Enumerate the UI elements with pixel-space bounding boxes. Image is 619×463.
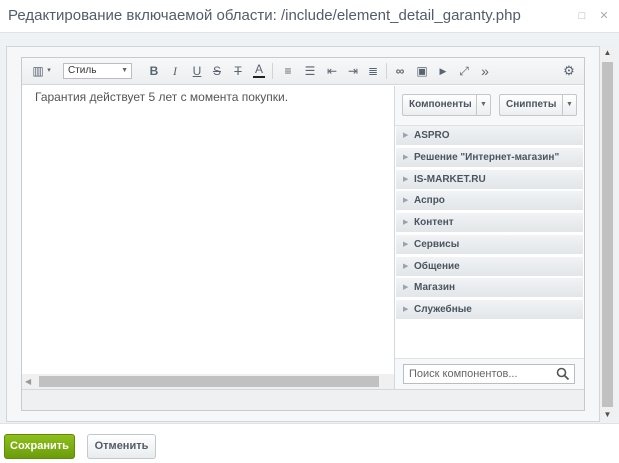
outdent-icon[interactable]: ⇤ <box>325 63 339 79</box>
components-tab-button[interactable]: Компоненты ▼ <box>402 94 491 116</box>
style-select[interactable]: Стиль ▼ <box>63 63 132 79</box>
editor-content-area[interactable] <box>22 86 394 374</box>
horizontal-scrollbar[interactable]: ◀ <box>22 374 394 389</box>
settings-icon[interactable]: ⚙ <box>562 63 576 79</box>
component-category-label: Служебные <box>414 304 472 315</box>
chevron-right-icon: ▶ <box>403 306 409 313</box>
component-category[interactable]: ▶ Контент <box>396 213 583 233</box>
scroll-up-icon[interactable]: ▲ <box>600 46 615 60</box>
unordered-list-icon[interactable]: ☰ <box>303 63 317 79</box>
dialog-title: Редактирование включаемой области: /incl… <box>8 7 521 24</box>
chevron-down-icon: ▼ <box>121 67 128 74</box>
component-category-label: Сервисы <box>414 239 460 250</box>
strikethrough-icon[interactable]: S <box>211 63 223 79</box>
close-icon[interactable]: ✕ <box>598 10 610 22</box>
component-category[interactable]: ▶ ASPRO <box>396 126 583 146</box>
component-category-label: Контент <box>414 217 454 228</box>
save-button[interactable]: Сохранить <box>4 434 75 459</box>
cancel-button[interactable]: Отменить <box>87 434 156 459</box>
font-color-icon[interactable]: A <box>253 63 265 78</box>
chevron-right-icon: ▶ <box>403 219 409 226</box>
chevron-right-icon: ▶ <box>403 154 409 161</box>
ordered-list-icon[interactable]: ≡ <box>281 63 295 79</box>
editor-statusbar <box>22 389 584 410</box>
component-category[interactable]: ▶ Магазин <box>396 278 583 298</box>
vertical-scroll-thumb[interactable] <box>602 62 613 407</box>
editor-content-text: Гарантия действует 5 лет с момента покуп… <box>35 90 289 104</box>
scroll-down-icon[interactable]: ▼ <box>600 408 615 422</box>
underline-icon[interactable]: U <box>191 63 203 79</box>
snippets-tab-label: Сниппеты <box>506 99 557 110</box>
dialog-titlebar: Редактирование включаемой области: /incl… <box>0 0 619 32</box>
toolbar-divider <box>272 63 273 79</box>
fullscreen-icon[interactable]: ⤢ <box>457 63 471 79</box>
components-tab-label: Компоненты <box>409 99 472 110</box>
component-category[interactable]: ▶ Сервисы <box>396 235 583 255</box>
italic-icon[interactable]: I <box>169 63 181 79</box>
component-category-label: Аспро <box>414 195 445 206</box>
scroll-left-icon[interactable]: ◀ <box>25 374 31 389</box>
search-icon[interactable] <box>556 367 570 381</box>
bold-icon[interactable]: B <box>148 63 160 79</box>
chevron-right-icon: ▶ <box>403 263 409 270</box>
horizontal-scroll-thumb[interactable] <box>39 376 379 387</box>
component-category[interactable]: ▶ Служебные <box>396 300 583 320</box>
maximize-icon[interactable]: □ <box>576 10 588 22</box>
image-icon[interactable]: ▣ <box>415 63 429 79</box>
chevron-right-icon: ▶ <box>403 241 409 248</box>
snippets-tab-button[interactable]: Сниппеты ▼ <box>499 94 577 116</box>
component-category[interactable]: ▶ Общение <box>396 257 583 277</box>
component-search-input[interactable] <box>403 364 575 384</box>
component-category[interactable]: ▶ Аспро <box>396 191 583 211</box>
toolbar-divider <box>386 63 387 79</box>
view-mode-icon[interactable]: ▥ <box>30 63 46 79</box>
component-category[interactable]: ▶ Решение "Интернет-магазин" <box>396 148 583 168</box>
style-select-value: Стиль <box>68 65 97 76</box>
indent-icon[interactable]: ⇥ <box>346 63 360 79</box>
chevron-down-icon[interactable]: ▼ <box>562 95 576 115</box>
video-icon[interactable]: ▶ <box>436 63 450 79</box>
component-category-label: Магазин <box>414 282 456 293</box>
more-icon[interactable]: » <box>478 63 492 79</box>
chevron-right-icon: ▶ <box>403 176 409 183</box>
chevron-down-icon[interactable]: ▼ <box>476 95 490 115</box>
align-icon[interactable]: ≣ <box>366 63 380 79</box>
component-category[interactable]: ▶ IS-MARKET.RU <box>396 170 583 190</box>
chevron-right-icon: ▶ <box>403 284 409 291</box>
component-category-label: Решение "Интернет-магазин" <box>414 152 560 163</box>
component-category-label: ASPRO <box>414 130 450 141</box>
vertical-scrollbar[interactable]: ▲ ▼ <box>600 46 615 422</box>
component-category-label: Общение <box>414 261 460 272</box>
view-mode-dropdown-icon[interactable]: ▾ <box>45 63 53 79</box>
chevron-right-icon: ▶ <box>403 197 409 204</box>
link-icon[interactable]: ∞ <box>393 63 407 79</box>
remove-format-icon[interactable]: T <box>232 63 244 79</box>
component-category-label: IS-MARKET.RU <box>414 174 486 185</box>
chevron-right-icon: ▶ <box>403 132 409 139</box>
